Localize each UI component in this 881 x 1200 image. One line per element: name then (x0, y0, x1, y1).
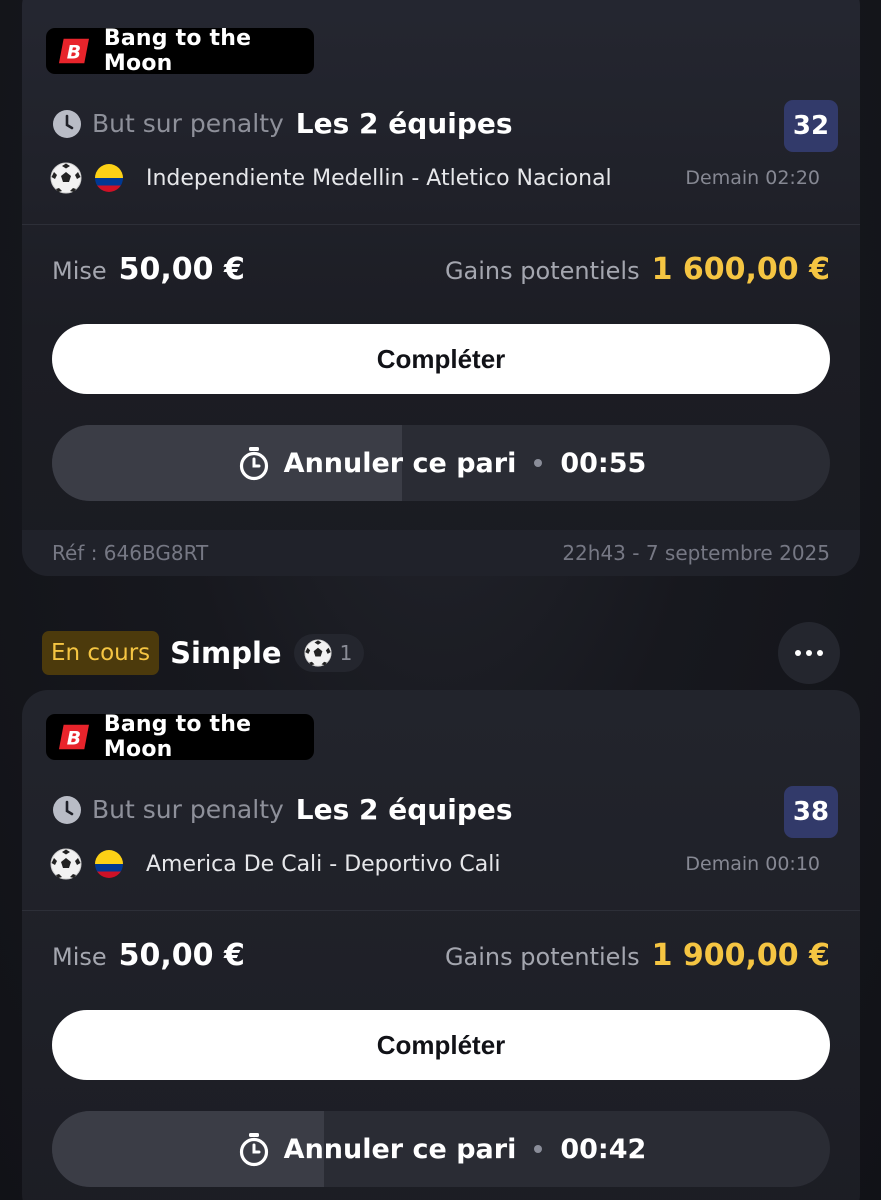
gains-label: Gains potentiels (444, 943, 640, 971)
cancel-label: Annuler ce pari (283, 1133, 517, 1165)
match-time: Demain 02:20 (685, 167, 820, 189)
market-type: But sur penalty (92, 109, 284, 138)
gains-value: 1 600,00 € (651, 252, 830, 287)
bet-card: B Bang to the Moon But sur penalty Les 2… (22, 0, 860, 576)
bang-logo-icon: B (58, 38, 89, 64)
soccer-ball-icon (50, 162, 82, 194)
status-badge: En cours (42, 631, 160, 675)
gains-value: 1 900,00 € (651, 938, 830, 973)
complete-button[interactable]: Compléter (52, 324, 830, 394)
stake-row: Mise 50,00 € Gains potentiels 1 900,00 € (52, 938, 830, 973)
stake-label: Mise (52, 257, 107, 285)
clock-icon (53, 109, 81, 138)
promo-tag: B Bang to the Moon (46, 26, 314, 76)
divider (22, 224, 860, 225)
match-name: America De Cali - Deportivo Cali (146, 851, 501, 877)
bet-reference: Réf : 646BG8RT (52, 541, 209, 565)
promo-label: Bang to the Moon (103, 26, 252, 76)
bet-date: 22h43 - 7 septembre 2025 (562, 541, 830, 565)
promo-label: Bang to the Moon (103, 712, 252, 762)
stake-value: 50,00 € (118, 938, 245, 973)
svg-text:B: B (67, 43, 81, 64)
bet-card: B Bang to the Moon But sur penalty Les 2… (22, 690, 860, 1200)
stake-label: Mise (52, 943, 107, 971)
promo-tag: B Bang to the Moon (46, 712, 314, 762)
market-row: But sur penalty Les 2 équipes (52, 107, 513, 140)
cancel-countdown: 00:42 (560, 1133, 647, 1165)
gains-label: Gains potentiels (444, 257, 640, 285)
colombia-flag-icon (95, 850, 123, 878)
stake-value: 50,00 € (118, 252, 245, 287)
selection-count-badge: 1 (293, 634, 365, 672)
match-name: Independiente Medellin - Atletico Nacion… (146, 165, 612, 191)
match-time: Demain 00:10 (685, 853, 820, 875)
soccer-ball-icon (50, 848, 82, 880)
stopwatch-icon (239, 1133, 268, 1167)
selection-count: 1 (339, 641, 353, 665)
cancel-countdown: 00:55 (560, 447, 647, 479)
market-type: But sur penalty (92, 795, 284, 824)
bang-logo-icon: B (58, 724, 89, 750)
odds-badge: 32 (784, 100, 838, 152)
colombia-flag-icon (95, 164, 123, 192)
more-dots-icon (795, 650, 801, 656)
more-options-button[interactable] (778, 622, 840, 684)
svg-text:B: B (67, 729, 81, 750)
bets-screen: B Bang to the Moon But sur penalty Les 2… (0, 0, 881, 1200)
cancel-label: Annuler ce pari (283, 447, 517, 479)
match-row[interactable]: America De Cali - Deportivo Cali Demain … (50, 848, 830, 880)
cancel-bet-button[interactable]: Annuler ce pari 00:55 (52, 425, 830, 501)
market-choice: Les 2 équipes (295, 793, 513, 826)
market-choice: Les 2 équipes (295, 107, 513, 140)
clock-icon (53, 795, 81, 824)
bet-header: En cours Simple 1 (42, 622, 840, 684)
separator-dot (534, 1145, 543, 1153)
cancel-bet-button[interactable]: Annuler ce pari 00:42 (52, 1111, 830, 1187)
bet-type: Simple (170, 636, 282, 670)
stake-row: Mise 50,00 € Gains potentiels 1 600,00 € (52, 252, 830, 287)
card-footer: Réf : 646BG8RT 22h43 - 7 septembre 2025 (22, 530, 860, 576)
soccer-ball-icon (304, 639, 332, 667)
divider (22, 910, 860, 911)
match-row[interactable]: Independiente Medellin - Atletico Nacion… (50, 162, 830, 194)
market-row: But sur penalty Les 2 équipes (52, 793, 513, 826)
stopwatch-icon (239, 447, 268, 481)
odds-badge: 38 (784, 786, 838, 838)
complete-button[interactable]: Compléter (52, 1010, 830, 1080)
separator-dot (534, 459, 543, 467)
